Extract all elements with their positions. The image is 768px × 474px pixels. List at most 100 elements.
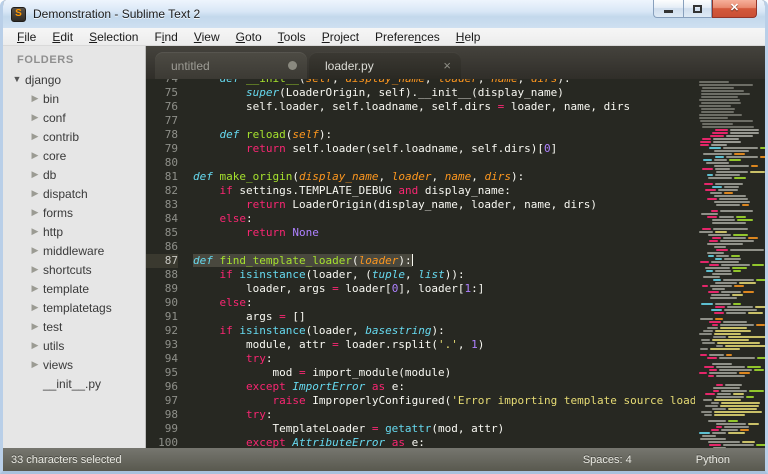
tree-item-label: test [43,319,63,334]
minimap-line [699,408,762,410]
menu-item-tools[interactable]: Tools [270,28,314,46]
minimap-line [699,405,762,407]
code-line[interactable]: 74 def __init__(self, display_name, load… [146,79,699,86]
minimap-line [699,126,762,128]
indentation-status[interactable]: Spaces: 4 [583,454,632,466]
code-line[interactable]: 93 module, attr = loader.rsplit('.', 1) [146,338,699,352]
code-line[interactable]: 98 try: [146,408,699,422]
line-content: if isinstance(loader, (tuple, list)): [219,268,465,281]
minimap-line [699,144,762,146]
code-line[interactable]: 89 loader, args = loader[0], loader[1:] [146,282,699,296]
code-line[interactable]: 79 return self.loader(self.loadname, sel… [146,142,699,156]
menu-item-project[interactable]: Project [314,28,367,46]
modified-dot-icon [288,61,297,70]
minimap-line [699,234,762,236]
code-line[interactable]: 78 def reload(self): [146,128,699,142]
sidebar-item-http[interactable]: ▶ http [3,222,145,241]
menu-item-preferences[interactable]: Preferences [367,28,448,46]
sidebar-item-conf[interactable]: ▶ conf [3,108,145,127]
folder-collapsed-icon[interactable]: ▶ [29,265,41,274]
menu-item-goto[interactable]: Goto [228,28,270,46]
folder-collapsed-icon[interactable]: ▶ [29,113,41,122]
code-line[interactable]: 84 else: [146,212,699,226]
code-line[interactable]: 97 raise ImproperlyConfigured('Error imp… [146,394,699,408]
folder-collapsed-icon[interactable]: ▶ [29,189,41,198]
folder-collapsed-icon[interactable]: ▶ [29,151,41,160]
menu-item-edit[interactable]: Edit [44,28,81,46]
minimap[interactable] [695,79,765,448]
code-line[interactable]: 80 [146,156,699,170]
code-line[interactable]: 85 return None [146,226,699,240]
tab-untitled[interactable]: untitled [155,52,307,79]
code-line[interactable]: 88 if isinstance(loader, (tuple, list)): [146,268,699,282]
sidebar-item-shortcuts[interactable]: ▶ shortcuts [3,260,145,279]
folder-expanded-icon[interactable]: ▼ [11,75,23,84]
code-line[interactable]: 83 return LoaderOrigin(display_name, loa… [146,198,699,212]
sidebar-item-django[interactable]: ▼ django [3,70,145,89]
minimap-line [699,174,762,176]
sidebar-item-template[interactable]: ▶ template [3,279,145,298]
minimap-line [699,237,762,239]
minimap-line [699,222,762,224]
sidebar-item-dispatch[interactable]: ▶ dispatch [3,184,145,203]
minimap-line [699,276,762,278]
code-line[interactable]: 92 if isinstance(loader, basestring): [146,324,699,338]
sidebar-item-templatetags[interactable]: ▶ templatetags [3,298,145,317]
code-line[interactable]: 95 mod = import_module(module) [146,366,699,380]
folder-collapsed-icon[interactable]: ▶ [29,132,41,141]
folder-collapsed-icon[interactable]: ▶ [29,170,41,179]
sidebar-item-views[interactable]: ▶ views [3,355,145,374]
sidebar-item-test[interactable]: ▶ test [3,317,145,336]
sidebar-item-bin[interactable]: ▶ bin [3,89,145,108]
sidebar-item-contrib[interactable]: ▶ contrib [3,127,145,146]
code-line[interactable]: 100 except AttributeError as e: [146,436,699,448]
sidebar-item-core[interactable]: ▶ core [3,146,145,165]
tab-close-icon[interactable]: × [443,59,451,72]
folder-collapsed-icon[interactable]: ▶ [29,246,41,255]
code-line[interactable]: 76 self.loader, self.loadname, self.dirs… [146,100,699,114]
minimize-button[interactable] [653,0,683,18]
code-line[interactable]: 75 super(LoaderOrigin, self).__init__(di… [146,86,699,100]
minimap-line [699,138,762,140]
folder-collapsed-icon[interactable]: ▶ [29,322,41,331]
menu-item-find[interactable]: Find [146,28,185,46]
sidebar-item-forms[interactable]: ▶ forms [3,203,145,222]
sidebar-item-middleware[interactable]: ▶ middleware [3,241,145,260]
tab-bar: untitled loader.py × [146,46,765,79]
sidebar-item-db[interactable]: ▶ db [3,165,145,184]
menu-item-view[interactable]: View [186,28,228,46]
folder-collapsed-icon[interactable]: ▶ [29,208,41,217]
folder-collapsed-icon[interactable]: ▶ [29,227,41,236]
minimap-line [699,429,762,431]
minimap-line [699,303,762,305]
code-line[interactable]: 86 [146,240,699,254]
close-button[interactable]: ✕ [712,0,757,18]
folder-collapsed-icon[interactable]: ▶ [29,341,41,350]
sidebar-item-init-py[interactable]: __init__.py [3,374,145,393]
syntax-status[interactable]: Python [696,454,730,466]
maximize-button[interactable] [683,0,712,18]
folder-collapsed-icon[interactable]: ▶ [29,360,41,369]
folder-collapsed-icon[interactable]: ▶ [29,94,41,103]
minimap-line [699,396,762,398]
code-line[interactable]: 77 [146,114,699,128]
title-bar[interactable]: S Demonstration - Sublime Text 2 ✕ [3,0,765,28]
code-line[interactable]: 87 def find_template_loader(loader): [146,254,699,268]
code-line[interactable]: 94 try: [146,352,699,366]
menu-item-file[interactable]: File [9,28,44,46]
folder-collapsed-icon[interactable]: ▶ [29,303,41,312]
folder-collapsed-icon[interactable]: ▶ [29,284,41,293]
code-editor[interactable]: 74 def __init__(self, display_name, load… [146,79,765,448]
code-line[interactable]: 96 except ImportError as e: [146,380,699,394]
code-line[interactable]: 90 else: [146,296,699,310]
code-line[interactable]: 81 def make_origin(display_name, loader, … [146,170,699,184]
sidebar-item-utils[interactable]: ▶ utils [3,336,145,355]
tab-loader-py[interactable]: loader.py × [309,52,461,79]
code-line[interactable]: 82 if settings.TEMPLATE_DEBUG and displa… [146,184,699,198]
menu-item-help[interactable]: Help [448,28,489,46]
minimap-line [699,438,762,440]
code-line[interactable]: 91 args = [] [146,310,699,324]
menu-item-selection[interactable]: Selection [81,28,146,46]
code-line[interactable]: 99 TemplateLoader = getattr(mod, attr) [146,422,699,436]
minimap-line [699,195,762,197]
